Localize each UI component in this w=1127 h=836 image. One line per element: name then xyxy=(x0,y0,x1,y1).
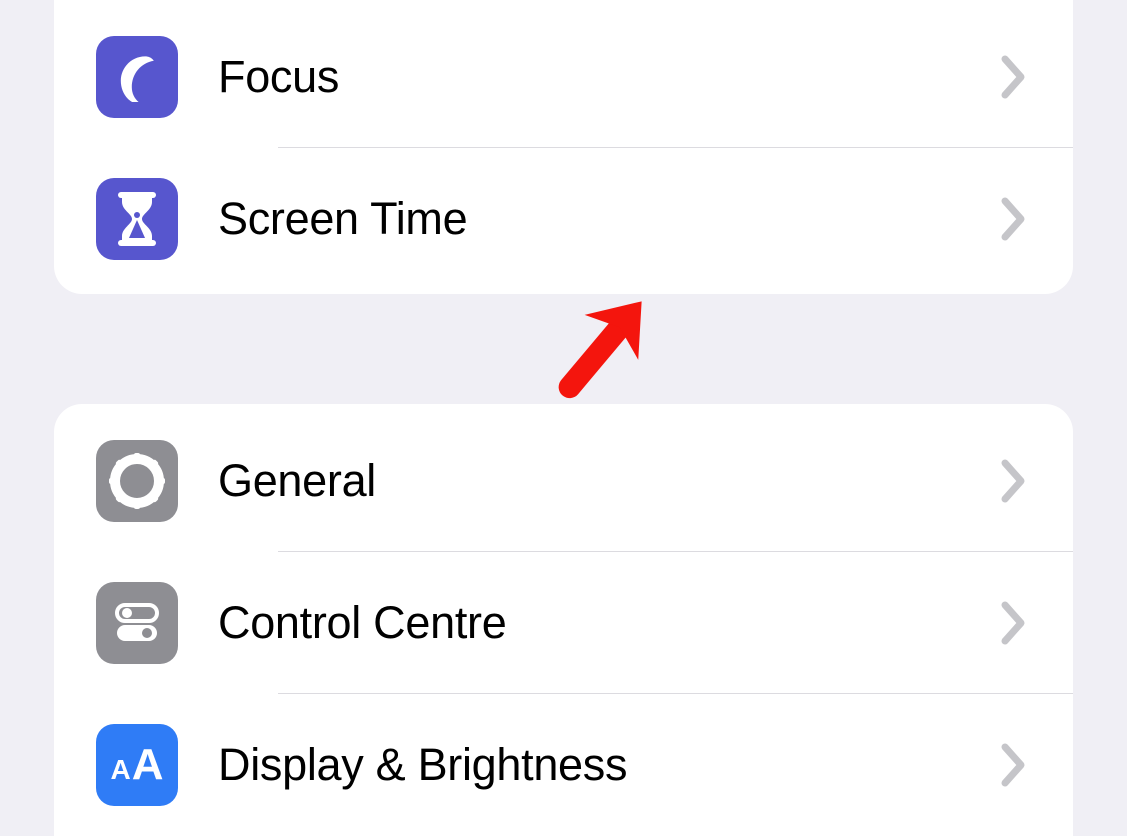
hourglass-icon xyxy=(96,178,178,260)
settings-row-screen-time[interactable]: Screen Time xyxy=(54,148,1073,290)
settings-row-display-brightness[interactable]: AA Display & Brightness xyxy=(54,694,1073,836)
settings-row-control-centre[interactable]: Control Centre xyxy=(54,552,1073,694)
chevron-right-icon xyxy=(1001,197,1029,241)
settings-row-label: Focus xyxy=(178,51,1001,103)
settings-row-label: Display & Brightness xyxy=(178,739,1001,791)
annotation-arrow xyxy=(540,280,670,410)
textsize-icon: AA xyxy=(96,724,178,806)
settings-row-label: General xyxy=(178,455,1001,507)
settings-row-label: Control Centre xyxy=(178,597,1001,649)
settings-row-general[interactable]: General xyxy=(54,410,1073,552)
chevron-right-icon xyxy=(1001,459,1029,503)
settings-row-focus[interactable]: Focus xyxy=(54,6,1073,148)
chevron-right-icon xyxy=(1001,55,1029,99)
settings-group-general: General Control Centre AA Display & xyxy=(54,404,1073,836)
chevron-right-icon xyxy=(1001,601,1029,645)
chevron-right-icon xyxy=(1001,743,1029,787)
settings-row-label: Screen Time xyxy=(178,193,1001,245)
toggles-icon xyxy=(96,582,178,664)
settings-group-focus-screentime: Focus Screen Time xyxy=(54,0,1073,294)
gear-icon xyxy=(96,440,178,522)
moon-icon xyxy=(96,36,178,118)
